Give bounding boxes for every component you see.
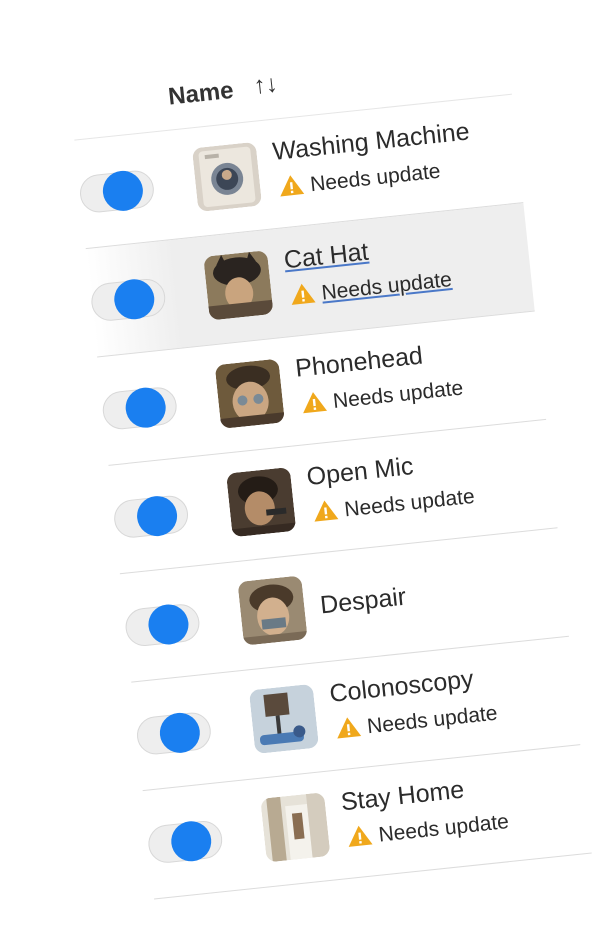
- status-label: Needs update: [343, 484, 476, 522]
- status-label: Needs update: [309, 159, 442, 197]
- name-column-header[interactable]: Name: [167, 77, 235, 112]
- phonehead-thumbnail: [214, 358, 285, 429]
- enable-toggle[interactable]: [146, 819, 225, 865]
- enable-toggle[interactable]: [123, 602, 202, 648]
- warning-icon: [346, 823, 374, 848]
- warning-icon: [300, 390, 328, 415]
- item-status: Needs update: [311, 484, 476, 526]
- cat-hat-thumbnail: [203, 250, 274, 321]
- open-mic-thumbnail: [226, 466, 297, 538]
- status-label: Needs update: [366, 701, 499, 739]
- toggle-knob: [123, 385, 168, 430]
- item-title[interactable]: Despair: [319, 583, 408, 621]
- item-title[interactable]: Cat Hat: [283, 238, 370, 276]
- item-title[interactable]: Open Mic: [305, 452, 414, 492]
- warning-icon: [334, 715, 362, 740]
- toggle-knob: [169, 819, 214, 864]
- item-status: Needs update: [346, 809, 511, 851]
- warning-icon: [277, 173, 305, 198]
- status-label: Needs update: [331, 376, 465, 413]
- item-title[interactable]: Stay Home: [340, 776, 466, 818]
- enable-toggle[interactable]: [89, 277, 168, 323]
- toggle-knob: [100, 168, 145, 213]
- item-title[interactable]: Washing Machine: [271, 117, 471, 167]
- status-label: Needs update: [320, 268, 453, 305]
- warning-icon: [289, 281, 317, 306]
- toggle-knob: [135, 494, 180, 539]
- item-title[interactable]: Colonoscopy: [328, 665, 475, 709]
- item-status: Needs update: [334, 701, 499, 743]
- item-status[interactable]: Needs update: [289, 267, 454, 309]
- enable-toggle[interactable]: [112, 493, 190, 540]
- warning-icon: [311, 498, 339, 523]
- item-title[interactable]: Phonehead: [294, 342, 424, 384]
- item-list-panel: Name ↑↓ Washing Machine Needs update Cat…: [68, 34, 592, 905]
- despair-thumbnail: [237, 575, 308, 646]
- sort-icon[interactable]: ↑↓: [252, 70, 279, 100]
- enable-toggle[interactable]: [135, 710, 213, 757]
- colonoscopy-thumbnail: [248, 683, 320, 755]
- toggle-knob: [112, 277, 157, 322]
- washing-machine-thumbnail: [191, 141, 263, 213]
- enable-toggle[interactable]: [78, 168, 156, 215]
- item-status: Needs update: [300, 375, 465, 417]
- item-status: Needs update: [277, 159, 442, 201]
- toggle-knob: [157, 710, 202, 755]
- enable-toggle[interactable]: [100, 385, 179, 432]
- stay-home-thumbnail: [260, 792, 331, 863]
- screenshot-stage: Name ↑↓ Washing Machine Needs update Cat…: [0, 0, 610, 950]
- toggle-knob: [146, 602, 191, 647]
- status-label: Needs update: [377, 810, 510, 847]
